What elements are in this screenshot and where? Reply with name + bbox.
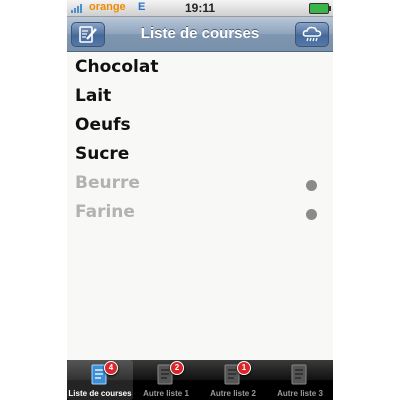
battery-icon — [309, 3, 331, 14]
tab-autre-liste-3[interactable]: Autre liste 3 — [267, 360, 333, 400]
tab-label: Autre liste 2 — [210, 389, 256, 398]
tab-label: Liste de courses — [68, 389, 132, 398]
shopping-list: Chocolat Lait Oeufs Sucre Beurre Farine — [67, 52, 333, 360]
tab-autre-liste-1[interactable]: 2 Autre liste 1 — [133, 360, 199, 400]
page-title: Liste de courses — [140, 25, 260, 42]
status-bar: orange E 19:11 — [67, 0, 333, 17]
list-item[interactable]: Chocolat — [75, 57, 325, 83]
list-item-label: Farine — [75, 202, 135, 222]
tab-autre-liste-2[interactable]: 1 Autre liste 2 — [200, 360, 266, 400]
clock: 19:11 — [184, 1, 216, 15]
list-item[interactable]: Beurre — [75, 173, 325, 199]
checked-dot-icon — [306, 180, 317, 191]
badge-count: 4 — [104, 361, 118, 375]
badge-count: 2 — [170, 361, 184, 375]
badge-count: 1 — [237, 361, 251, 375]
sync-button[interactable] — [295, 22, 329, 47]
list-item-label: Lait — [75, 86, 112, 106]
list-item-label: Sucre — [75, 144, 130, 164]
checked-dot-icon — [306, 209, 317, 220]
navigation-bar: Liste de courses — [67, 17, 333, 52]
tab-liste-de-courses[interactable]: 4 Liste de courses — [67, 360, 133, 400]
list-item[interactable]: Farine — [75, 202, 325, 228]
list-item[interactable]: Sucre — [75, 144, 325, 170]
list-item[interactable]: Lait — [75, 86, 325, 112]
tab-bar: 4 Liste de courses 2 Autre liste 1 1 Aut… — [67, 360, 333, 400]
phone-screen: orange E 19:11 Liste de courses Chocolat… — [67, 0, 333, 400]
tab-label: Autre liste 3 — [277, 389, 323, 398]
list-item-label: Beurre — [75, 173, 140, 193]
list-item-label: Oeufs — [75, 115, 131, 135]
list-item[interactable]: Oeufs — [75, 115, 325, 141]
cloud-rain-icon — [302, 26, 322, 42]
document-icon — [291, 364, 307, 385]
list-item-label: Chocolat — [75, 57, 159, 77]
tab-label: Autre liste 1 — [143, 389, 189, 398]
